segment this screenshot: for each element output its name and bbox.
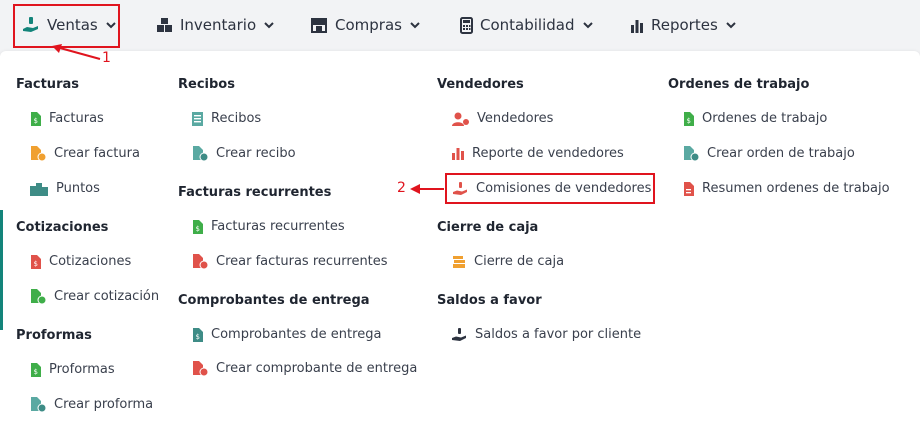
annotation-arrows [52,44,444,194]
annotation-label-2: 2 [397,180,406,196]
arrow-two [410,184,444,194]
annotation-label-1: 1 [102,50,111,66]
arrow-one [52,44,101,60]
